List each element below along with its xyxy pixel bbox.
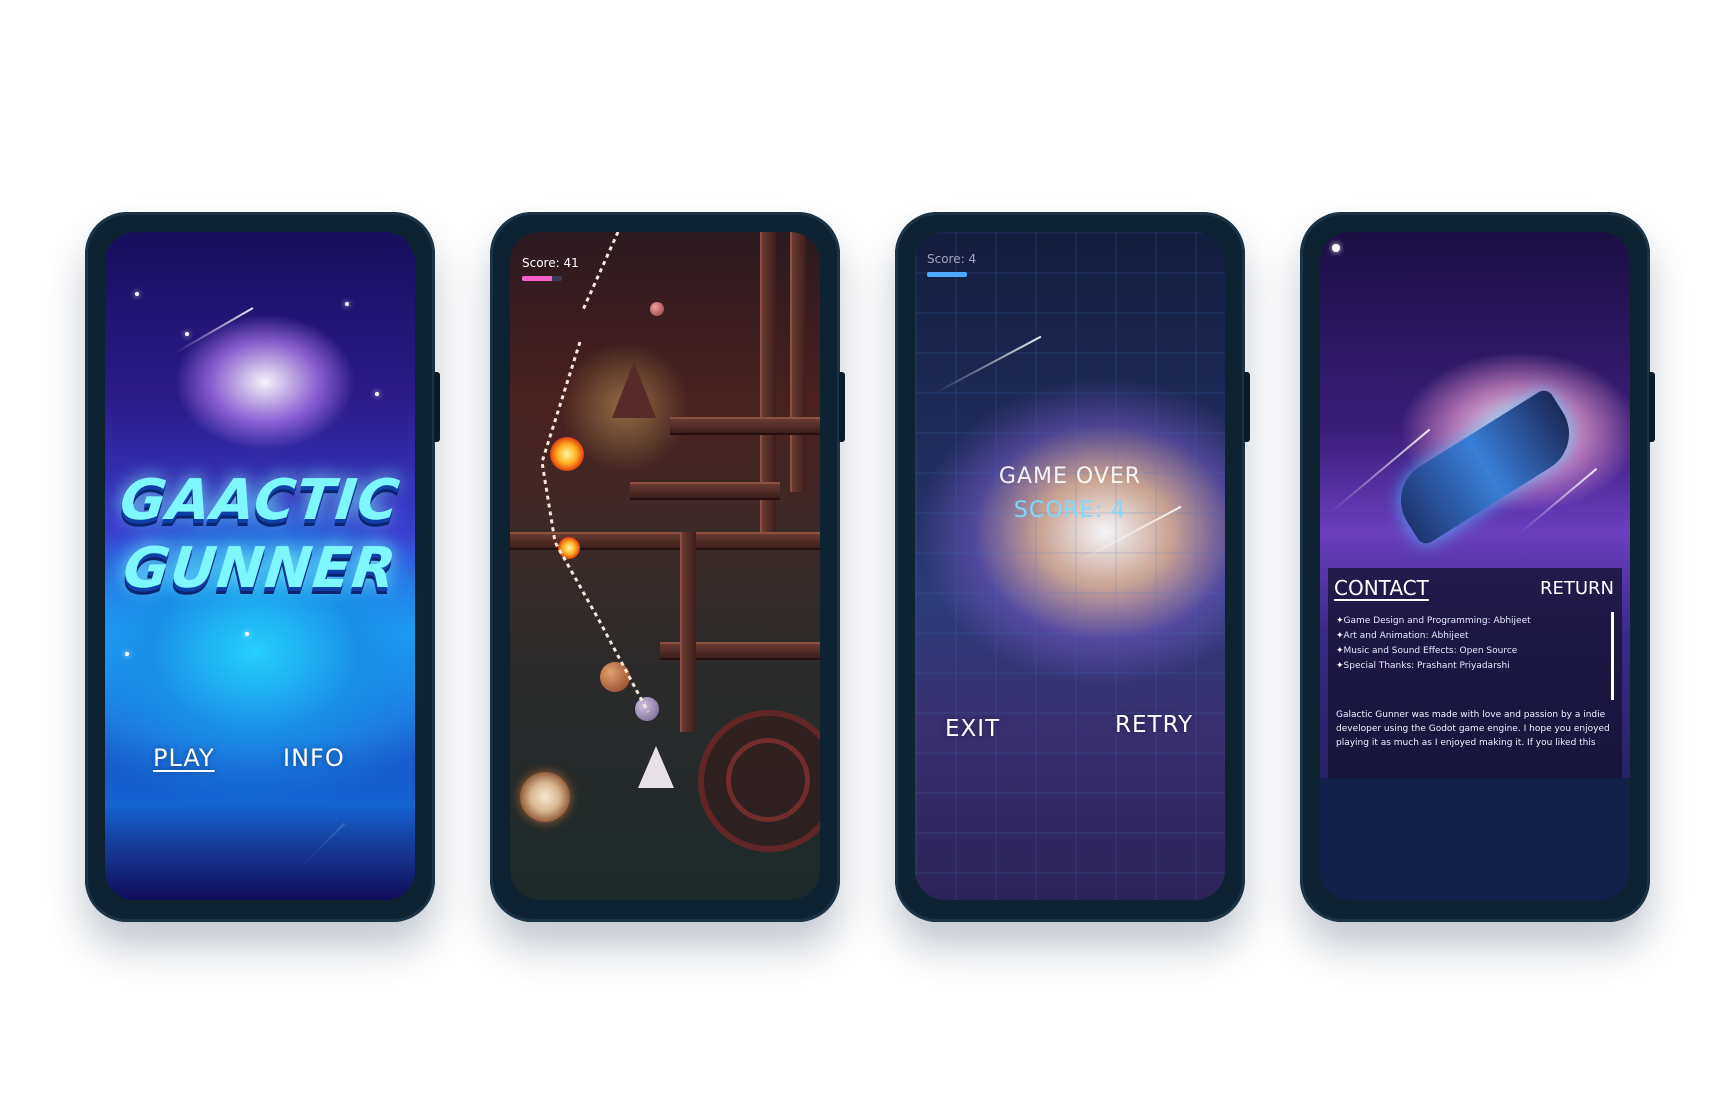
light-streak xyxy=(174,307,254,354)
score-display: Score: 41 xyxy=(522,256,579,270)
star-icon xyxy=(185,332,189,336)
health-bar-fill xyxy=(927,272,967,277)
star-icon xyxy=(125,652,129,656)
credits-panel: CONTACT RETURN Game Design and Programmi… xyxy=(1328,568,1622,778)
crystal-cliffs xyxy=(105,740,415,900)
credit-item: Game Design and Programming: Abhijeet xyxy=(1336,614,1596,629)
game-logo-line1: GAACTIC xyxy=(117,468,403,533)
game-over-title: GAME OVER xyxy=(998,464,1142,489)
phone-gameplay-screen: Score: 41 xyxy=(490,212,845,922)
star-icon xyxy=(245,632,249,636)
fire-button[interactable] xyxy=(520,772,570,822)
play-button[interactable]: PLAY xyxy=(153,744,215,772)
game-over-screen: Score: 4 GAME OVER SCORE: 4 EXIT RETRY xyxy=(915,232,1225,900)
credits-list: Game Design and Programming: Abhijeet Ar… xyxy=(1336,614,1596,674)
return-button[interactable]: RETURN xyxy=(1540,578,1614,599)
bottom-area xyxy=(1320,778,1630,900)
phone-side-button xyxy=(1244,372,1250,442)
player-ship-icon xyxy=(638,746,674,788)
spaceship-illustration xyxy=(1385,386,1585,548)
gameplay-screen: Score: 41 xyxy=(510,232,820,900)
exit-button[interactable]: EXIT xyxy=(945,716,1000,742)
health-bar xyxy=(927,272,967,277)
health-bar-fill xyxy=(522,276,552,281)
credit-item: Music and Sound Effects: Open Source xyxy=(1336,644,1596,659)
phone-side-button xyxy=(434,372,440,442)
phone-side-button xyxy=(1649,372,1655,442)
phone-side-button xyxy=(839,372,845,442)
info-screen: CONTACT RETURN Game Design and Programmi… xyxy=(1320,232,1630,900)
game-logo-line2: GUNNER xyxy=(120,536,400,601)
star-icon xyxy=(375,392,379,396)
score-display: Score: 4 xyxy=(927,252,977,266)
phone-info-screen: CONTACT RETURN Game Design and Programmi… xyxy=(1300,212,1655,922)
contact-button[interactable]: CONTACT xyxy=(1334,576,1429,600)
background-grid xyxy=(915,232,1225,900)
screenshot-gallery: GAACTIC GUNNER PLAY INFO Score: 41 Score… xyxy=(0,0,1728,1117)
credits-scrollbar[interactable] xyxy=(1611,612,1614,700)
final-score: SCORE: 4 xyxy=(1013,498,1127,523)
health-bar xyxy=(522,276,562,281)
info-button[interactable]: INFO xyxy=(283,744,345,772)
star-icon xyxy=(1332,244,1340,252)
credit-item: Art and Animation: Abhijeet xyxy=(1336,629,1596,644)
phone-game-over-screen: Score: 4 GAME OVER SCORE: 4 EXIT RETRY xyxy=(895,212,1250,922)
phone-title-screen: GAACTIC GUNNER PLAY INFO xyxy=(85,212,440,922)
about-text: Galactic Gunner was made with love and p… xyxy=(1336,710,1610,748)
retry-button[interactable]: RETRY xyxy=(1115,712,1193,738)
title-screen: GAACTIC GUNNER PLAY INFO xyxy=(105,232,415,900)
star-icon xyxy=(135,292,139,296)
credit-item: Special Thanks: Prashant Priyadarshi xyxy=(1336,659,1596,674)
star-icon xyxy=(345,302,349,306)
